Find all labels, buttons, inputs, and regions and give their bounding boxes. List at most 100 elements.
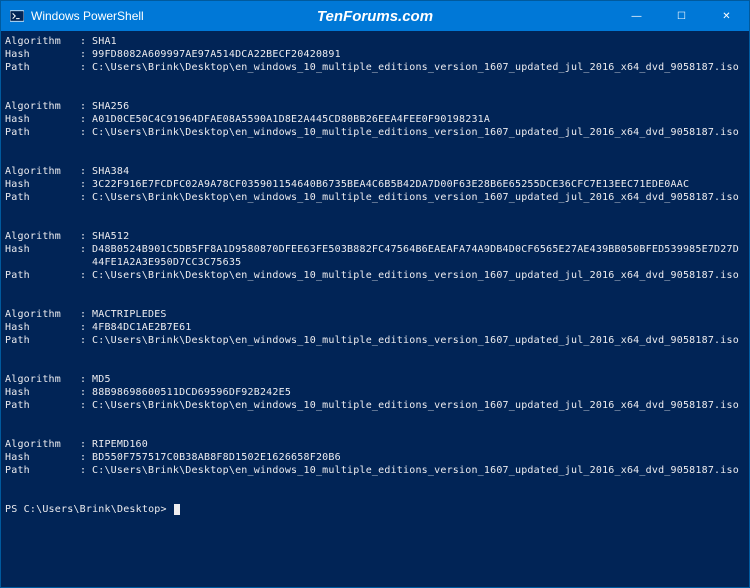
- colon: :: [80, 100, 92, 113]
- powershell-icon: [9, 8, 25, 24]
- field-value: C:\Users\Brink\Desktop\en_windows_10_mul…: [92, 191, 745, 204]
- window-controls: — ☐ ✕: [614, 1, 749, 31]
- field-label: Hash: [5, 48, 80, 61]
- field-value: C:\Users\Brink\Desktop\en_windows_10_mul…: [92, 126, 745, 139]
- field-value: RIPEMD160: [92, 438, 745, 451]
- output-row: Hash: BD550F757517C0B38AB8F8D1502E162665…: [5, 451, 745, 464]
- field-value: 88B98698600511DCD69596DF92B242E5: [92, 386, 745, 399]
- colon: :: [80, 321, 92, 334]
- field-value: C:\Users\Brink\Desktop\en_windows_10_mul…: [92, 399, 745, 412]
- hash-result-block: Algorithm: SHA1Hash: 99FD8082A609997AE97…: [5, 35, 745, 74]
- output-row: Path: C:\Users\Brink\Desktop\en_windows_…: [5, 464, 745, 477]
- field-value: C:\Users\Brink\Desktop\en_windows_10_mul…: [92, 269, 745, 282]
- output-row: Path: C:\Users\Brink\Desktop\en_windows_…: [5, 399, 745, 412]
- colon: :: [80, 399, 92, 412]
- field-value: 4FB84DC1AE2B7E61: [92, 321, 745, 334]
- output-row: Algorithm: SHA256: [5, 100, 745, 113]
- field-value: MD5: [92, 373, 745, 386]
- field-label: Path: [5, 269, 80, 282]
- titlebar[interactable]: Windows PowerShell TenForums.com — ☐ ✕: [1, 1, 749, 31]
- output-row: Hash: 3C22F916E7FCDFC02A9A78CF0359011546…: [5, 178, 745, 191]
- field-value: D48B0524B901C5DB5FF8A1D9580870DFEE63FE50…: [92, 243, 745, 269]
- field-value: C:\Users\Brink\Desktop\en_windows_10_mul…: [92, 334, 745, 347]
- output-row: Algorithm: RIPEMD160: [5, 438, 745, 451]
- field-value: C:\Users\Brink\Desktop\en_windows_10_mul…: [92, 464, 745, 477]
- output-row: Path: C:\Users\Brink\Desktop\en_windows_…: [5, 191, 745, 204]
- colon: :: [80, 269, 92, 282]
- field-label: Algorithm: [5, 438, 80, 451]
- field-label: Algorithm: [5, 35, 80, 48]
- minimize-button[interactable]: —: [614, 1, 659, 31]
- output-row: Hash: D48B0524B901C5DB5FF8A1D9580870DFEE…: [5, 243, 745, 269]
- colon: :: [80, 464, 92, 477]
- field-label: Hash: [5, 451, 80, 464]
- output-row: Hash: A01D0CE50C4C91964DFAE08A5590A1D8E2…: [5, 113, 745, 126]
- output-row: Path: C:\Users\Brink\Desktop\en_windows_…: [5, 269, 745, 282]
- cursor: [174, 504, 180, 515]
- colon: :: [80, 113, 92, 126]
- field-value: BD550F757517C0B38AB8F8D1502E1626658F20B6: [92, 451, 745, 464]
- colon: :: [80, 35, 92, 48]
- output-row: Algorithm: SHA384: [5, 165, 745, 178]
- colon: :: [80, 61, 92, 74]
- field-value: 99FD8082A609997AE97A514DCA22BECF20420891: [92, 48, 745, 61]
- field-label: Algorithm: [5, 100, 80, 113]
- colon: :: [80, 230, 92, 243]
- field-label: Hash: [5, 113, 80, 126]
- close-icon: ✕: [722, 11, 730, 22]
- field-label: Algorithm: [5, 308, 80, 321]
- field-label: Path: [5, 126, 80, 139]
- powershell-window: Windows PowerShell TenForums.com — ☐ ✕ A…: [0, 0, 750, 588]
- hash-result-block: Algorithm: MD5Hash: 88B98698600511DCD695…: [5, 373, 745, 412]
- hash-result-block: Algorithm: RIPEMD160Hash: BD550F757517C0…: [5, 438, 745, 477]
- window-title: Windows PowerShell: [31, 9, 144, 23]
- field-label: Path: [5, 191, 80, 204]
- field-value: SHA256: [92, 100, 745, 113]
- maximize-button[interactable]: ☐: [659, 1, 704, 31]
- colon: :: [80, 451, 92, 464]
- hash-result-block: Algorithm: MACTRIPLEDESHash: 4FB84DC1AE2…: [5, 308, 745, 347]
- colon: :: [80, 126, 92, 139]
- colon: :: [80, 373, 92, 386]
- output-row: Hash: 99FD8082A609997AE97A514DCA22BECF20…: [5, 48, 745, 61]
- prompt-line[interactable]: PS C:\Users\Brink\Desktop>: [5, 503, 745, 516]
- field-label: Hash: [5, 178, 80, 191]
- minimize-icon: —: [632, 11, 642, 22]
- field-value: A01D0CE50C4C91964DFAE08A5590A1D8E2A445CD…: [92, 113, 745, 126]
- prompt-text: PS C:\Users\Brink\Desktop>: [5, 504, 173, 515]
- field-value: 3C22F916E7FCDFC02A9A78CF035901154640B673…: [92, 178, 745, 191]
- colon: :: [80, 165, 92, 178]
- colon: :: [80, 243, 92, 269]
- output-row: Algorithm: SHA1: [5, 35, 745, 48]
- colon: :: [80, 438, 92, 451]
- output-row: Algorithm: MD5: [5, 373, 745, 386]
- output-row: Algorithm: MACTRIPLEDES: [5, 308, 745, 321]
- field-value: MACTRIPLEDES: [92, 308, 745, 321]
- colon: :: [80, 334, 92, 347]
- colon: :: [80, 308, 92, 321]
- colon: :: [80, 178, 92, 191]
- field-value: SHA1: [92, 35, 745, 48]
- output-row: Hash: 88B98698600511DCD69596DF92B242E5: [5, 386, 745, 399]
- output-row: Path: C:\Users\Brink\Desktop\en_windows_…: [5, 61, 745, 74]
- field-label: Path: [5, 334, 80, 347]
- output-row: Hash: 4FB84DC1AE2B7E61: [5, 321, 745, 334]
- terminal-output[interactable]: Algorithm: SHA1Hash: 99FD8082A609997AE97…: [1, 31, 749, 587]
- field-label: Path: [5, 399, 80, 412]
- colon: :: [80, 191, 92, 204]
- field-value: SHA384: [92, 165, 745, 178]
- field-label: Hash: [5, 243, 80, 269]
- field-value: SHA512: [92, 230, 745, 243]
- hash-result-block: Algorithm: SHA256Hash: A01D0CE50C4C91964…: [5, 100, 745, 139]
- colon: :: [80, 48, 92, 61]
- close-button[interactable]: ✕: [704, 1, 749, 31]
- field-value: C:\Users\Brink\Desktop\en_windows_10_mul…: [92, 61, 745, 74]
- field-label: Algorithm: [5, 165, 80, 178]
- field-label: Hash: [5, 321, 80, 334]
- field-label: Path: [5, 464, 80, 477]
- colon: :: [80, 386, 92, 399]
- field-label: Algorithm: [5, 373, 80, 386]
- field-label: Algorithm: [5, 230, 80, 243]
- maximize-icon: ☐: [677, 11, 686, 22]
- field-label: Hash: [5, 386, 80, 399]
